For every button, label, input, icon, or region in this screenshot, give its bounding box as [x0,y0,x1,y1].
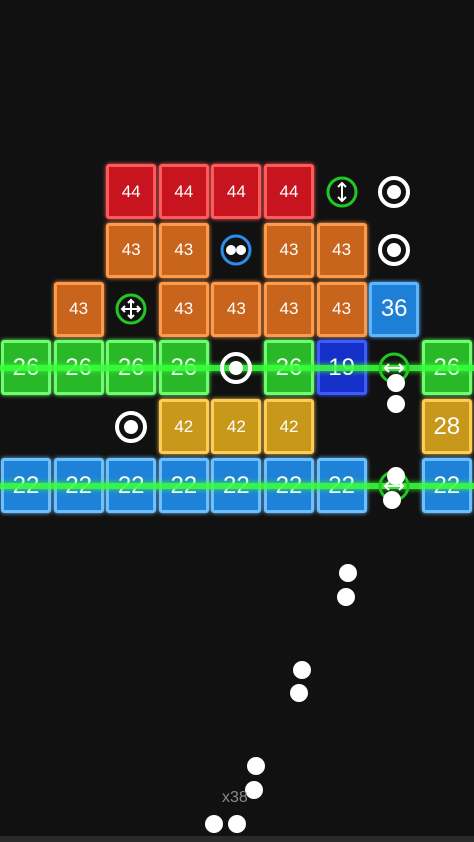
brick: 43 [158,222,209,278]
ball [247,757,265,775]
brick: 44 [211,164,262,219]
ball-count-label: x38 [222,789,248,806]
brick-value: 42 [226,416,246,436]
four-arrows-icon [114,292,148,326]
brick: 42 [211,399,262,455]
brick: 43 [316,281,367,337]
brick-value: 36 [380,295,408,323]
brick-value: 43 [174,299,194,319]
brick: 43 [264,281,314,337]
ball [290,684,308,702]
brick: 36 [369,281,420,337]
brick-value: 43 [279,240,299,260]
brick-value: 43 [174,240,194,260]
ball [387,374,405,392]
brick: 43 [211,281,262,337]
brick-value: 44 [279,181,299,201]
brick-value: 43 [332,299,352,319]
ball [228,815,246,833]
ball [205,815,223,833]
brick: 43 [316,222,367,278]
vertical-arrows-icon [325,175,359,209]
brick-value: 42 [174,416,194,436]
ball [383,491,401,509]
brick-value: 43 [226,299,246,319]
ball [339,564,357,582]
brick: 28 [421,399,472,455]
brick-value: 43 [121,240,141,260]
brick-value: 28 [433,412,461,440]
brick: 44 [158,164,209,219]
brick-value: 43 [279,299,299,319]
brick: 43 [106,222,157,278]
brick: 43 [53,281,104,337]
ring-dot-icon [377,233,411,267]
brick: 42 [264,399,314,455]
brick-value: 42 [279,416,299,436]
ball [293,661,311,679]
brick: 42 [158,399,209,455]
ball [337,588,355,606]
double-dot-icon [219,233,253,267]
brick-value: 44 [121,181,141,201]
brick-value: 44 [174,181,194,201]
brick-value: 43 [332,240,352,260]
ring-dot-icon [114,410,148,444]
brick: 43 [158,281,209,337]
brick: 44 [106,164,157,219]
ball [387,467,405,485]
ring-dot-icon [219,351,253,385]
ring-dot-icon [377,175,411,209]
brick: 44 [264,164,314,219]
brick-value: 44 [226,181,246,201]
brick-value: 43 [69,299,89,319]
floor-line [0,836,474,842]
game-board[interactable]: 4444444443434343434343434336262626262619… [0,0,474,842]
ball [387,395,405,413]
brick: 43 [264,222,314,278]
